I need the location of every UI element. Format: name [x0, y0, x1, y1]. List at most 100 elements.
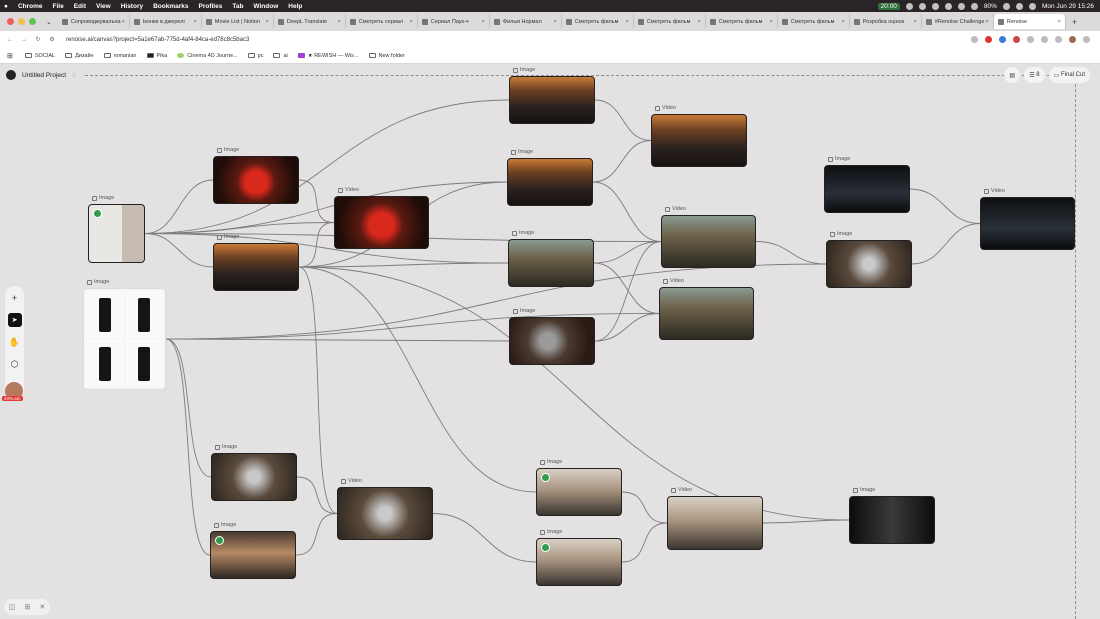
project-canvas[interactable]: Image Image Image Image Video Image Image Image… [0, 64, 1100, 619]
bookmark-pc[interactable]: pc [247, 53, 263, 59]
tab-close-icon[interactable]: × [698, 19, 701, 25]
menu-file[interactable]: File [53, 3, 64, 10]
tab-close-icon[interactable]: × [482, 19, 485, 25]
browser-tab[interactable]: Movie List | Notion × [202, 14, 274, 29]
tab-close-icon[interactable]: × [410, 19, 413, 25]
wifi-icon[interactable] [1002, 2, 1010, 10]
select-pointer-icon[interactable]: ➤ [7, 313, 22, 327]
tab-close-icon[interactable]: × [122, 19, 125, 25]
extension-adblock-icon[interactable] [985, 36, 992, 43]
node-thumbnail[interactable] [213, 156, 299, 204]
image-node[interactable]: Image [508, 230, 594, 287]
battery-percent[interactable]: 80% [984, 3, 997, 10]
assets-icon[interactable]: ⬡ [8, 357, 22, 371]
close-window-icon[interactable] [7, 18, 14, 25]
node-thumbnail[interactable] [659, 287, 754, 340]
bookmark-social[interactable]: SOCIAL [24, 53, 55, 59]
node-thumbnail[interactable] [824, 165, 910, 213]
bookmark-ai[interactable]: ai [273, 53, 288, 59]
node-thumbnail[interactable] [661, 215, 756, 268]
bookmark-pika[interactable]: Pika [146, 53, 167, 59]
extensions-icon[interactable] [1027, 36, 1034, 43]
tab-close-icon[interactable]: × [914, 19, 917, 25]
image-node[interactable]: Image [536, 459, 622, 516]
browser-tab[interactable]: Іконки в джерелі × [130, 14, 202, 29]
browser-tab[interactable]: Смотреть фильм × [706, 14, 778, 29]
image-node[interactable]: Image [849, 487, 935, 544]
timer-badge[interactable]: 20:00 [877, 2, 900, 10]
sync-status-icon[interactable]: ◌ [72, 72, 76, 79]
browser-tab[interactable]: #Renoise Challenge × [922, 14, 994, 29]
image-node[interactable]: Image [507, 149, 593, 206]
video-node[interactable]: Video [980, 188, 1075, 250]
minimap-icon[interactable]: ◫ [9, 603, 16, 611]
video-node[interactable]: Video [334, 187, 429, 249]
image-node[interactable]: Image [824, 156, 910, 213]
layout-icon[interactable]: ▤ [1004, 67, 1021, 83]
minimize-window-icon[interactable] [18, 18, 25, 25]
tab-close-icon[interactable]: × [194, 19, 197, 25]
browser-tab[interactable]: Фильм Нормал × [490, 14, 562, 29]
node-thumbnail[interactable] [88, 204, 145, 263]
node-thumbnail[interactable] [826, 240, 912, 288]
profile-avatar-icon[interactable] [1069, 36, 1076, 43]
bookmark-rewish[interactable]: ★ REWISH — Wis... [297, 53, 359, 59]
video-node[interactable]: Video [337, 478, 433, 540]
image-node[interactable]: Image [83, 279, 166, 390]
browser-tab[interactable]: Renoise × [993, 14, 1066, 29]
browser-tab[interactable]: Смотреть фильм × [778, 14, 850, 29]
image-node[interactable]: Image [211, 444, 297, 501]
shield-icon[interactable] [931, 2, 939, 10]
node-thumbnail[interactable] [508, 239, 594, 287]
back-icon[interactable]: ← [6, 37, 14, 43]
extension-pinterest-icon[interactable] [1013, 36, 1020, 43]
add-icon[interactable]: + [8, 291, 22, 305]
extension-translate-icon[interactable] [999, 36, 1006, 43]
control-center-icon[interactable] [1028, 2, 1036, 10]
download-icon[interactable] [1055, 36, 1062, 43]
video-node[interactable]: Video [667, 487, 763, 550]
node-thumbnail[interactable] [83, 288, 166, 390]
video-node[interactable]: Video [659, 278, 754, 340]
menu-window[interactable]: Window [253, 3, 278, 10]
node-thumbnail[interactable] [509, 317, 595, 365]
video-node[interactable]: Video [661, 206, 756, 268]
image-node[interactable]: Image [88, 195, 145, 263]
more-menu-icon[interactable] [1083, 36, 1090, 43]
browser-tab[interactable]: Розробка оцінок × [850, 14, 922, 29]
tab-close-icon[interactable]: × [554, 19, 557, 25]
menu-chrome[interactable]: Chrome [18, 3, 43, 10]
tab-close-icon[interactable]: × [626, 19, 629, 25]
menu-tab[interactable]: Tab [232, 3, 243, 10]
image-node[interactable]: Image [213, 234, 299, 291]
node-thumbnail[interactable] [536, 538, 622, 586]
video-node[interactable]: Video [651, 105, 747, 167]
menu-history[interactable]: History [121, 3, 143, 10]
image-node[interactable]: Image [213, 147, 299, 204]
menu-edit[interactable]: Edit [74, 3, 86, 10]
image-node[interactable]: Image [826, 231, 912, 288]
apps-grid-icon[interactable]: ⊞ [7, 52, 13, 60]
tab-close-icon[interactable]: × [266, 19, 269, 25]
new-tab-icon[interactable]: + [1072, 17, 1077, 27]
tab-close-icon[interactable]: × [1058, 19, 1061, 25]
forward-icon[interactable]: → [20, 37, 28, 43]
tab-close-icon[interactable]: × [842, 19, 845, 25]
node-thumbnail[interactable] [980, 197, 1075, 250]
tab-close-icon[interactable]: × [338, 19, 341, 25]
browser-tab[interactable]: Смотреть фильм × [562, 14, 634, 29]
browser-tab[interactable]: Смотреть сериал × [346, 14, 418, 29]
node-thumbnail[interactable] [849, 496, 935, 544]
node-thumbnail[interactable] [337, 487, 433, 540]
fit-view-icon[interactable]: ✕ [40, 603, 46, 611]
browser-tab[interactable]: Сопроводжувальна × [58, 14, 130, 29]
spotlight-icon[interactable] [1015, 2, 1023, 10]
bookmark-star-icon[interactable] [971, 36, 978, 43]
browser-tab[interactable]: DeepL Translate × [274, 14, 346, 29]
side-panel-icon[interactable] [1041, 36, 1048, 43]
final-cut-button[interactable]: ▭ Final Cut [1048, 67, 1090, 83]
bookmark-romanian[interactable]: romanian [103, 53, 137, 59]
browser-tab[interactable]: Смотреть фильм × [634, 14, 706, 29]
tab-close-icon[interactable]: × [770, 19, 773, 25]
hand-pan-icon[interactable]: ✋ [8, 335, 22, 349]
